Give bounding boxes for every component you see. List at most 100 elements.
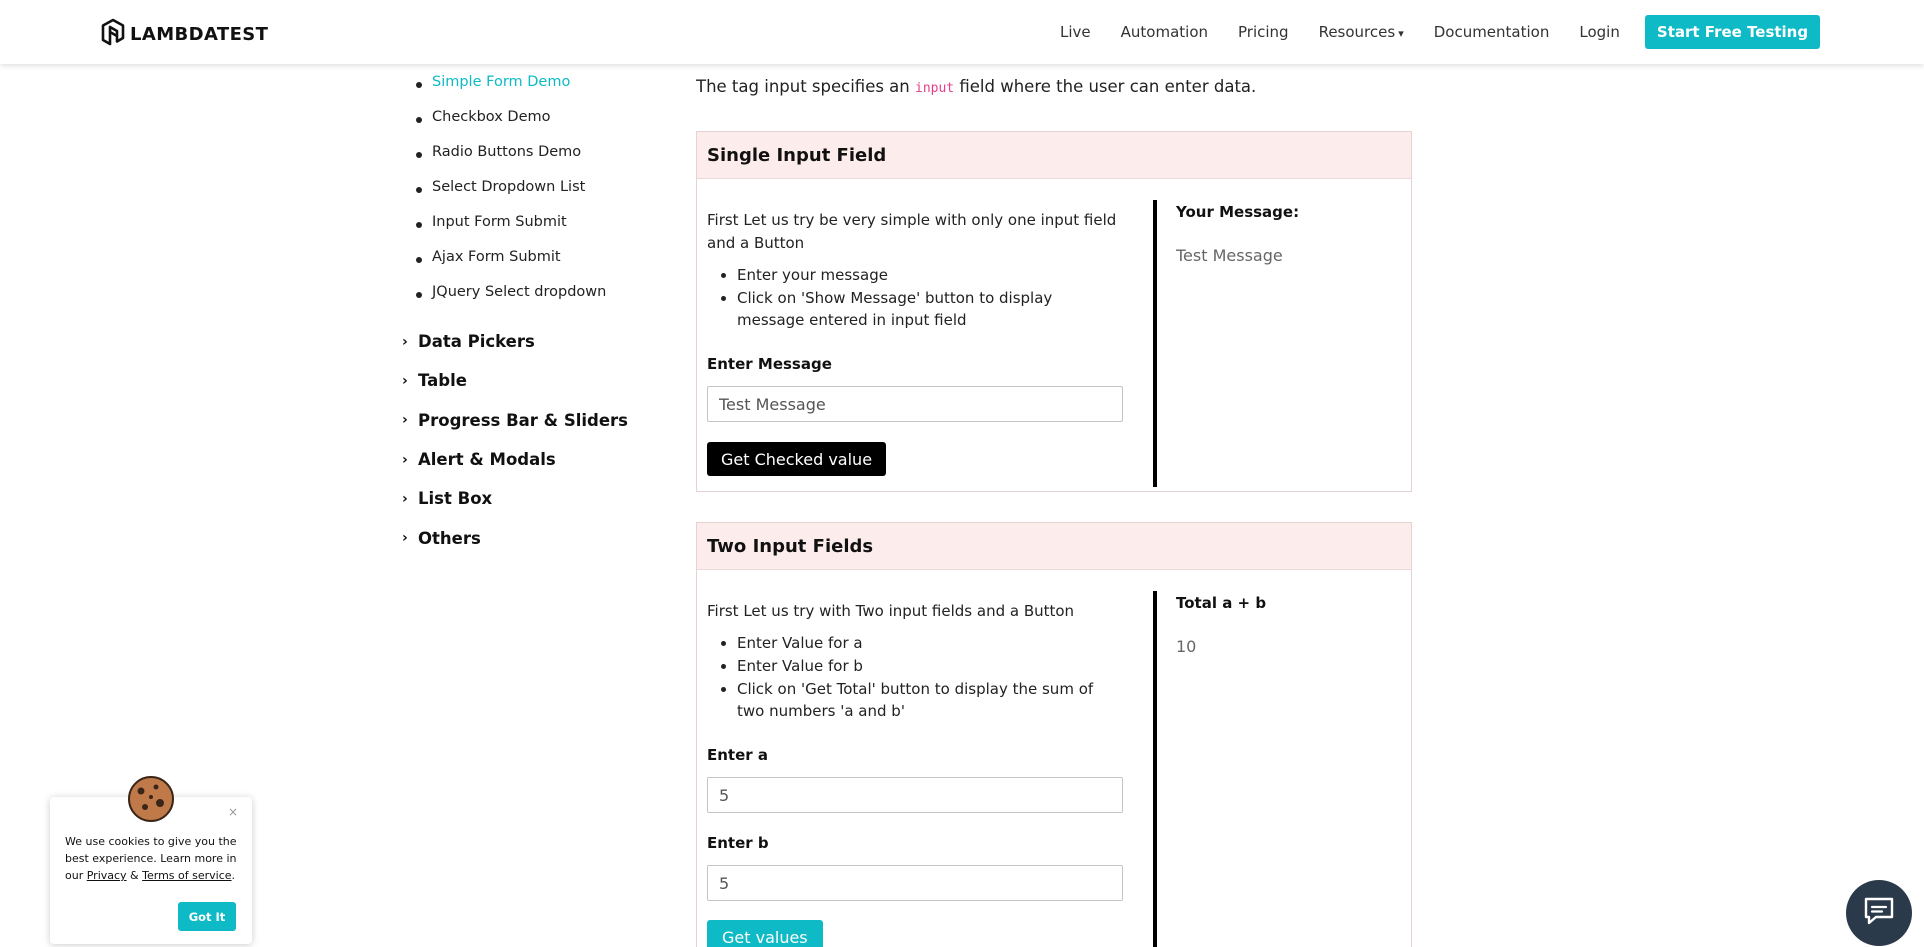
enter-b-label: Enter b [707, 834, 769, 852]
sidebar-item-select-dropdown-list[interactable]: Select Dropdown List [416, 179, 606, 214]
sidebar-item-label: Ajax Form Submit [432, 249, 561, 265]
cookie-amp: & [126, 869, 143, 882]
sidebar-category-label: List Box [418, 489, 493, 509]
chevron-right-icon: › [402, 490, 408, 507]
single-input-description: First Let us try be very simple with onl… [707, 211, 1117, 252]
sidebar-category-label: Progress Bar & Sliders [418, 410, 628, 430]
chat-widget-button[interactable] [1846, 880, 1912, 946]
your-message-value: Test Message [1176, 246, 1283, 265]
got-it-button[interactable]: Got It [178, 902, 236, 931]
your-message-label: Your Message: [1176, 203, 1300, 221]
bullet-dot [416, 187, 422, 193]
sidebar-category-progress-bar-sliders[interactable]: › Progress Bar & Sliders [402, 401, 628, 440]
enter-message-label: Enter Message [707, 355, 832, 373]
intro-text: The tag input specifies an input field w… [696, 77, 1256, 96]
cookie-message: We use cookies to give you the best expe… [65, 833, 245, 884]
two-input-instructions: Enter Value for a Enter Value for b Clic… [707, 632, 1123, 722]
enter-a-input[interactable] [707, 777, 1123, 813]
start-free-testing-button[interactable]: Start Free Testing [1645, 15, 1820, 49]
enter-b-input[interactable] [707, 865, 1123, 901]
get-checked-value-button[interactable]: Get Checked value [707, 442, 887, 476]
two-input-title: Two Input Fields [697, 523, 1411, 570]
instruction-item: Enter your message [737, 264, 1123, 286]
sidebar-item-label: Simple Form Demo [432, 74, 571, 90]
intro-text-before: The tag input specifies an [696, 77, 915, 96]
instruction-item: Click on 'Show Message' button to displa… [737, 287, 1123, 331]
chevron-down-icon: ▾ [1398, 27, 1404, 40]
privacy-link[interactable]: Privacy [87, 869, 127, 882]
enter-message-input[interactable] [707, 386, 1123, 422]
logo-text: LAMBDATEST [130, 23, 269, 45]
bullet-dot [416, 222, 422, 228]
nav-live[interactable]: Live [1060, 23, 1091, 41]
bullet-dot [416, 257, 422, 263]
sidebar-categories: › Data Pickers › Table › Progress Bar & Sli… [402, 322, 628, 558]
result-divider [1153, 591, 1157, 947]
total-value: 10 [1176, 637, 1197, 656]
sidebar-category-label: Alert & Modals [418, 450, 556, 470]
nav-pricing[interactable]: Pricing [1238, 23, 1289, 41]
main-nav: Live Automation Pricing Resources ▾ Docum… [1060, 0, 1650, 64]
sidebar-category-table[interactable]: › Table [402, 361, 628, 400]
sidebar-category-label: Data Pickers [418, 332, 535, 352]
intro-code: input [915, 81, 955, 96]
terms-of-service-link[interactable]: Terms of service [142, 869, 231, 882]
chevron-right-icon: › [402, 451, 408, 468]
sidebar-category-alert-modals[interactable]: › Alert & Modals [402, 440, 628, 479]
sidebar-item-simple-form-demo[interactable]: Simple Form Demo [416, 74, 606, 109]
nav-automation[interactable]: Automation [1121, 23, 1208, 41]
chevron-right-icon: › [402, 372, 408, 389]
bullet-dot [416, 152, 422, 158]
sidebar-category-label: Table [418, 371, 467, 391]
sidebar-subitems: Simple Form Demo Checkbox Demo Radio But… [416, 74, 606, 319]
enter-a-label: Enter a [707, 746, 769, 764]
sidebar-item-jquery-select-dropdown[interactable]: JQuery Select dropdown [416, 284, 606, 319]
sidebar-item-ajax-form-submit[interactable]: Ajax Form Submit [416, 249, 606, 284]
sidebar-item-label: Radio Buttons Demo [432, 144, 582, 160]
sidebar-item-label: Input Form Submit [432, 214, 567, 230]
bullet-dot [416, 292, 422, 298]
nav-login[interactable]: Login [1579, 23, 1619, 41]
nav-resources[interactable]: Resources ▾ [1319, 23, 1404, 41]
cookie-consent-popup: × We use cookies to give you the best ex… [50, 776, 252, 944]
bullet-dot [416, 82, 422, 88]
single-input-description-block: First Let us try be very simple with onl… [707, 209, 1123, 332]
instruction-item: Enter Value for b [737, 655, 1123, 677]
sidebar-item-checkbox-demo[interactable]: Checkbox Demo [416, 109, 606, 144]
get-checked-value-wrapper: Get Checked value [707, 442, 1123, 476]
two-input-description: First Let us try with Two input fields a… [707, 602, 1075, 620]
sidebar-category-others[interactable]: › Others [402, 518, 628, 557]
two-input-panel: Two Input Fields First Let us try with T… [696, 522, 1412, 947]
logo[interactable]: LAMBDATEST [100, 18, 268, 50]
single-input-panel: Single Input Field First Let us try be v… [696, 131, 1412, 492]
sidebar-item-label: JQuery Select dropdown [432, 284, 607, 300]
chat-bubble-icon [1862, 895, 1896, 931]
sidebar-item-input-form-submit[interactable]: Input Form Submit [416, 214, 606, 249]
instruction-item: Click on 'Get Total' button to display t… [737, 678, 1123, 722]
nav-resources-label: Resources [1318, 23, 1396, 41]
intro-text-after: field where the user can enter data. [954, 77, 1257, 96]
sidebar-category-label: Others [418, 528, 481, 548]
lambdatest-logo-icon [100, 18, 126, 50]
close-icon[interactable]: × [228, 805, 238, 819]
cookie-period: . [231, 869, 236, 882]
chevron-right-icon: › [402, 412, 408, 429]
bullet-dot [416, 117, 422, 123]
nav-documentation[interactable]: Documentation [1434, 23, 1550, 41]
sidebar-category-data-pickers[interactable]: › Data Pickers [402, 322, 628, 361]
total-label: Total a + b [1176, 594, 1267, 612]
get-values-wrapper: Get values [707, 920, 1123, 947]
cookie-icon [126, 775, 176, 827]
single-input-instructions: Enter your message Click on 'Show Messag… [707, 264, 1123, 331]
sidebar-item-label: Checkbox Demo [432, 109, 551, 125]
top-navbar: LAMBDATEST Live Automation Pricing Resou… [0, 0, 1924, 64]
result-divider [1153, 200, 1157, 487]
sidebar-item-label: Select Dropdown List [432, 179, 586, 195]
chevron-right-icon: › [402, 333, 408, 350]
sidebar-category-list-box[interactable]: › List Box [402, 479, 628, 518]
get-values-button[interactable]: Get values [707, 920, 823, 947]
single-input-title: Single Input Field [697, 132, 1411, 179]
two-input-description-block: First Let us try with Two input fields a… [707, 600, 1123, 723]
instruction-item: Enter Value for a [737, 632, 1123, 654]
sidebar-item-radio-buttons-demo[interactable]: Radio Buttons Demo [416, 144, 606, 179]
